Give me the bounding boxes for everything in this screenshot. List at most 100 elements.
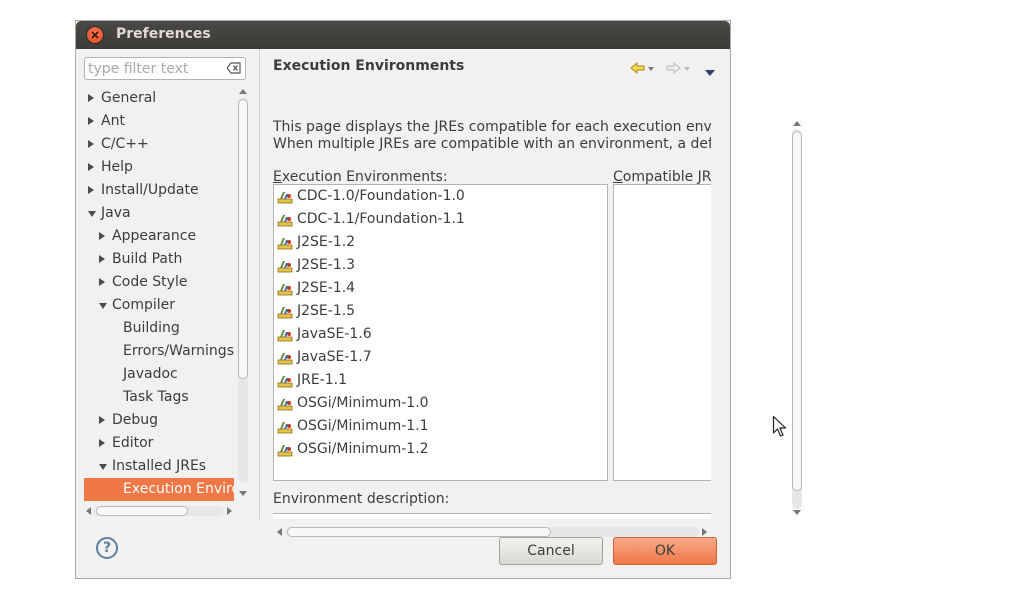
expanded-triangle-icon[interactable] [99, 303, 107, 309]
tree-item[interactable]: Help [84, 156, 234, 179]
title-bar: Preferences [76, 21, 730, 49]
environment-name: JavaSE-1.7 [297, 349, 372, 365]
tree-item-label: Appearance [112, 228, 197, 244]
collapsed-triangle-icon[interactable] [99, 232, 105, 240]
tree-item-label: Ant [101, 113, 125, 129]
scroll-up-icon[interactable] [239, 89, 247, 94]
help-button[interactable]: ? [96, 537, 118, 559]
scroll-down-icon[interactable] [793, 510, 801, 515]
tree-item[interactable]: Appearance [84, 225, 234, 248]
forward-button[interactable] [666, 61, 692, 80]
environment-description-label: Environment description: [273, 491, 450, 507]
close-button[interactable] [87, 27, 103, 43]
back-arrow-icon [630, 61, 654, 75]
filter-field[interactable] [84, 57, 246, 80]
environments-label: Execution Environments: [273, 169, 448, 185]
description-line-2: When multiple JREs are compatible with a… [273, 136, 711, 152]
tree-item[interactable]: C/C++ [84, 133, 234, 156]
tree-item[interactable]: Install/Update [84, 179, 234, 202]
expanded-triangle-icon[interactable] [88, 211, 96, 217]
environment-name: JavaSE-1.6 [297, 326, 372, 342]
tree-horizontal-scrollbar[interactable] [84, 506, 234, 518]
tree-item[interactable]: Task Tags [84, 386, 234, 409]
tree-item-label: Build Path [112, 251, 183, 267]
back-button[interactable] [630, 61, 656, 80]
environment-name: J2SE-1.4 [297, 280, 356, 296]
compatible-jres-list[interactable] [613, 184, 711, 481]
label-text: ompatible JR [622, 169, 711, 185]
environments-list[interactable]: CDC-1.0/Foundation-1.0 CDC-1.1/Foundation… [273, 184, 608, 481]
page-title: Execution Environments [273, 58, 465, 74]
tree-item[interactable]: Building [84, 317, 234, 340]
collapsed-triangle-icon[interactable] [88, 140, 94, 148]
tree-item-label: Compiler [112, 297, 176, 313]
tree-item-label: General [101, 90, 157, 106]
environment-name: OSGi/Minimum-1.2 [297, 441, 429, 457]
tree-item[interactable]: Code Style [84, 271, 234, 294]
scroll-down-icon[interactable] [239, 491, 247, 496]
close-icon [91, 31, 99, 39]
tree-item-label: Building [123, 320, 180, 336]
environment-name: OSGi/Minimum-1.0 [297, 395, 429, 411]
cancel-button[interactable]: Cancel [499, 537, 603, 565]
tree-item-label: Javadoc [123, 366, 178, 382]
preference-page: Execution Environments This page display… [260, 49, 802, 537]
tree-item-label: Task Tags [123, 389, 189, 405]
library-icon [277, 327, 293, 350]
library-icon [277, 396, 293, 419]
scrollbar-thumb[interactable] [792, 131, 802, 491]
chevron-down-icon [705, 70, 715, 76]
scroll-right-icon[interactable] [227, 507, 232, 515]
view-menu-button[interactable] [704, 65, 716, 81]
mnemonic-letter: C [613, 169, 623, 185]
tree-item[interactable]: Ant [84, 110, 234, 133]
scroll-left-icon[interactable] [86, 507, 91, 515]
tree-item[interactable]: Editor [84, 432, 234, 455]
forward-arrow-icon [666, 61, 690, 75]
tree-vertical-scrollbar[interactable] [236, 87, 248, 501]
tree-item-label: Errors/Warnings [123, 343, 234, 359]
collapsed-triangle-icon[interactable] [99, 278, 105, 286]
tree-item[interactable]: General [84, 87, 234, 110]
tree-item[interactable]: Debug [84, 409, 234, 432]
filter-input[interactable] [88, 59, 224, 78]
collapsed-triangle-icon[interactable] [88, 163, 94, 171]
button-bar: ? Cancel OK [76, 519, 730, 579]
collapsed-triangle-icon[interactable] [88, 117, 94, 125]
scrollbar-thumb[interactable] [238, 99, 248, 379]
page-vertical-scrollbar[interactable] [790, 119, 802, 519]
collapsed-triangle-icon[interactable] [88, 94, 94, 102]
clear-filter-icon[interactable] [227, 62, 241, 74]
environment-name: JRE-1.1 [297, 372, 348, 388]
collapsed-triangle-icon[interactable] [99, 255, 105, 263]
ok-button[interactable]: OK [613, 537, 717, 565]
tree-item[interactable]: Build Path [84, 248, 234, 271]
collapsed-triangle-icon[interactable] [88, 186, 94, 194]
library-icon [277, 304, 293, 327]
tree-item[interactable]: Installed JREs [84, 455, 234, 478]
tree-item[interactable]: Compiler [84, 294, 234, 317]
environment-name: CDC-1.0/Foundation-1.0 [297, 188, 465, 204]
collapsed-triangle-icon[interactable] [99, 416, 105, 424]
tree-item-label: Debug [112, 412, 159, 428]
tree-item[interactable]: Execution Enviro [84, 478, 234, 501]
mouse-pointer-icon [772, 415, 787, 437]
library-icon [277, 212, 293, 235]
tree-item-label: Java [101, 205, 131, 221]
environment-name: CDC-1.1/Foundation-1.1 [297, 211, 465, 227]
collapsed-triangle-icon[interactable] [99, 439, 105, 447]
library-icon [277, 442, 293, 465]
tree-item[interactable]: Errors/Warnings [84, 340, 234, 363]
library-icon [277, 350, 293, 373]
tree-item[interactable]: Javadoc [84, 363, 234, 386]
scrollbar-thumb[interactable] [96, 506, 188, 516]
scroll-up-icon[interactable] [793, 121, 801, 126]
expanded-triangle-icon[interactable] [99, 464, 107, 470]
tree-item-label: Editor [112, 435, 154, 451]
tree-item[interactable]: Java [84, 202, 234, 225]
library-icon [277, 235, 293, 258]
library-icon [277, 258, 293, 281]
library-icon [277, 189, 293, 212]
tree-item-label: Code Style [112, 274, 188, 290]
tree-item-label: C/C++ [101, 136, 149, 152]
